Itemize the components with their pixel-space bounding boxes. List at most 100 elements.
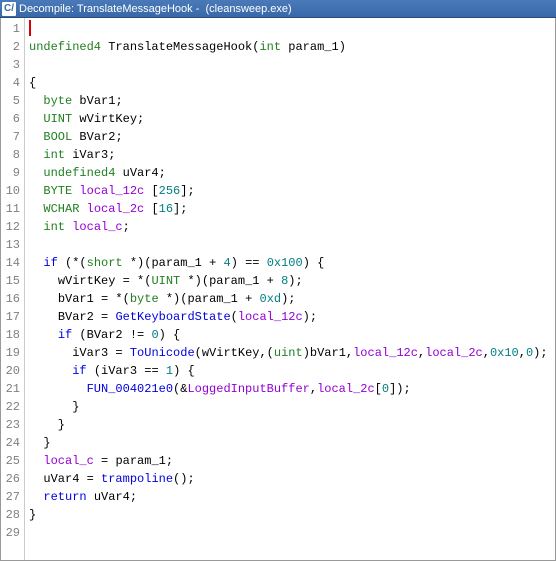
token-pun: (& bbox=[173, 382, 187, 396]
token-pun: ; bbox=[108, 148, 115, 162]
token-pun: ( bbox=[79, 328, 86, 342]
line-number: 4 bbox=[1, 74, 20, 92]
token-pun: ]); bbox=[389, 382, 411, 396]
token-pun: = bbox=[79, 472, 101, 486]
line-number: 19 bbox=[1, 344, 20, 362]
code-line[interactable]: BVar2 = GetKeyboardState(local_12c); bbox=[29, 308, 555, 326]
line-gutter: 1234567891011121314151617181920212223242… bbox=[1, 18, 25, 560]
token-pun bbox=[29, 364, 72, 378]
token-ty: UINT bbox=[43, 112, 79, 126]
code-line[interactable]: int iVar3; bbox=[29, 146, 555, 164]
token-pun bbox=[29, 94, 43, 108]
token-ty: UINT bbox=[151, 274, 187, 288]
code-line[interactable]: } bbox=[29, 398, 555, 416]
line-number: 28 bbox=[1, 506, 20, 524]
code-line[interactable]: } bbox=[29, 506, 555, 524]
token-gf: GetKeyboardState bbox=[115, 310, 230, 324]
line-number: 2 bbox=[1, 38, 20, 56]
code-line[interactable]: uVar4 = trampoline(); bbox=[29, 470, 555, 488]
code-line[interactable]: } bbox=[29, 434, 555, 452]
token-id: BVar2 bbox=[58, 310, 94, 324]
token-ty: int bbox=[43, 220, 72, 234]
titlebar[interactable]: C/ Decompile: TranslateMessageHook - (cl… bbox=[0, 0, 556, 18]
token-pun bbox=[29, 238, 43, 252]
code-line[interactable]: } bbox=[29, 416, 555, 434]
token-pun: == bbox=[137, 364, 166, 378]
token-pun: ; bbox=[166, 454, 173, 468]
code-line[interactable]: if (*(short *)(param_1 + 4) == 0x100) { bbox=[29, 254, 555, 272]
token-pun bbox=[29, 382, 87, 396]
code-line[interactable] bbox=[29, 236, 555, 254]
line-number: 26 bbox=[1, 470, 20, 488]
token-pun: , bbox=[310, 382, 317, 396]
code-line[interactable]: if (iVar3 == 1) { bbox=[29, 362, 555, 380]
code-line[interactable]: local_c = param_1; bbox=[29, 452, 555, 470]
token-num: 0x100 bbox=[267, 256, 303, 270]
code-line[interactable]: UINT wVirtKey; bbox=[29, 110, 555, 128]
line-number: 18 bbox=[1, 326, 20, 344]
line-number: 16 bbox=[1, 290, 20, 308]
token-pun: { bbox=[29, 76, 36, 90]
token-kw: return bbox=[43, 490, 93, 504]
token-pun: = *( bbox=[94, 292, 130, 306]
token-pun: ; bbox=[130, 490, 137, 504]
token-ty: short bbox=[87, 256, 130, 270]
code-line[interactable]: return uVar4; bbox=[29, 488, 555, 506]
token-pun: ; bbox=[137, 112, 144, 126]
token-pun: [ bbox=[375, 382, 382, 396]
token-num: 0x10 bbox=[490, 346, 519, 360]
token-pun: = bbox=[94, 454, 116, 468]
line-number: 11 bbox=[1, 200, 20, 218]
code-area: 1234567891011121314151617181920212223242… bbox=[0, 18, 556, 561]
token-id: param_1 bbox=[209, 274, 259, 288]
code-line[interactable] bbox=[29, 524, 555, 542]
code-line[interactable] bbox=[29, 20, 555, 38]
token-ty: uint bbox=[274, 346, 303, 360]
token-pun: ( bbox=[195, 346, 202, 360]
token-pun: ); bbox=[281, 292, 295, 306]
token-fn: TranslateMessageHook bbox=[108, 40, 252, 54]
token-pun: ) { bbox=[173, 364, 195, 378]
app-icon: C/ bbox=[2, 2, 16, 16]
code-line[interactable]: undefined4 TranslateMessageHook(int para… bbox=[29, 38, 555, 56]
code-line[interactable]: wVirtKey = *(UINT *)(param_1 + 8); bbox=[29, 272, 555, 290]
token-id: iVar3 bbox=[101, 364, 137, 378]
token-id: wVirtKey bbox=[58, 274, 116, 288]
token-ty: WCHAR bbox=[43, 202, 86, 216]
token-pun: ,( bbox=[259, 346, 273, 360]
token-pun: } bbox=[29, 508, 36, 522]
token-id: bVar1 bbox=[310, 346, 346, 360]
token-pun bbox=[29, 454, 43, 468]
token-kw: if bbox=[58, 328, 80, 342]
token-pun bbox=[29, 490, 43, 504]
token-pun: ); bbox=[288, 274, 302, 288]
code-line[interactable]: undefined4 uVar4; bbox=[29, 164, 555, 182]
token-num: 256 bbox=[159, 184, 181, 198]
token-id: wVirtKey bbox=[202, 346, 260, 360]
token-pun: ) { bbox=[303, 256, 325, 270]
token-pun: ); bbox=[303, 310, 317, 324]
code-editor[interactable]: undefined4 TranslateMessageHook(int para… bbox=[25, 18, 555, 560]
code-line[interactable]: byte bVar1; bbox=[29, 92, 555, 110]
token-pun: ( bbox=[94, 364, 101, 378]
token-id: wVirtKey bbox=[79, 112, 137, 126]
line-number: 14 bbox=[1, 254, 20, 272]
code-line[interactable] bbox=[29, 56, 555, 74]
code-line[interactable]: if (BVar2 != 0) { bbox=[29, 326, 555, 344]
code-line[interactable]: bVar1 = *(byte *)(param_1 + 0xd); bbox=[29, 290, 555, 308]
line-number: 8 bbox=[1, 146, 20, 164]
token-pun: [ bbox=[151, 184, 158, 198]
code-line[interactable]: FUN_004021e0(&LoggedInputBuffer,local_2c… bbox=[29, 380, 555, 398]
token-gl: local_2c bbox=[425, 346, 483, 360]
code-line[interactable]: { bbox=[29, 74, 555, 92]
code-line[interactable]: iVar3 = ToUnicode(wVirtKey,(uint)bVar1,l… bbox=[29, 344, 555, 362]
code-line[interactable]: int local_c; bbox=[29, 218, 555, 236]
token-pun: *)( bbox=[166, 292, 188, 306]
code-line[interactable]: BOOL BVar2; bbox=[29, 128, 555, 146]
token-gl: local_12c bbox=[353, 346, 418, 360]
code-line[interactable]: BYTE local_12c [256]; bbox=[29, 182, 555, 200]
line-number: 27 bbox=[1, 488, 20, 506]
line-number: 5 bbox=[1, 92, 20, 110]
token-pun: } bbox=[29, 436, 51, 450]
code-line[interactable]: WCHAR local_2c [16]; bbox=[29, 200, 555, 218]
